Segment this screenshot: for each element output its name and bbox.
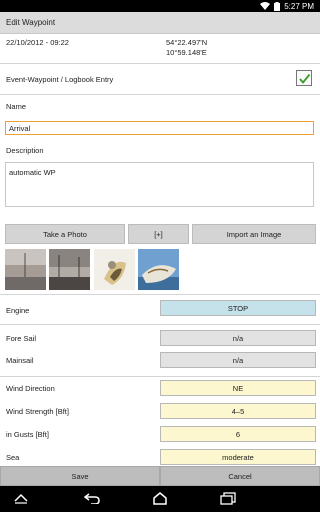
waypoint-coordinates: 54°22.497'N 10°59.148'E xyxy=(166,38,207,58)
divider xyxy=(0,324,320,325)
wind-direction-label: Wind Direction xyxy=(6,384,55,393)
photo-thumbnail[interactable] xyxy=(49,249,90,290)
name-input[interactable]: Arrival xyxy=(5,121,314,135)
mainsail-label: Mainsail xyxy=(6,356,34,365)
take-photo-button[interactable]: Take a Photo xyxy=(5,224,125,244)
wind-strength-label: Wind Strength [Bft] xyxy=(6,407,69,416)
engine-value[interactable]: STOP xyxy=(160,300,316,316)
wifi-icon xyxy=(260,2,271,10)
divider xyxy=(0,63,320,64)
photo-thumbnail[interactable] xyxy=(94,249,135,290)
gusts-label: in Gusts [Bft] xyxy=(6,430,49,439)
wind-strength-value[interactable]: 4–5 xyxy=(160,403,316,419)
photo-thumbnail[interactable] xyxy=(5,249,46,290)
divider xyxy=(0,94,320,95)
event-waypoint-checkbox[interactable] xyxy=(296,70,312,86)
waypoint-longitude: 10°59.148'E xyxy=(166,48,207,57)
recent-apps-icon[interactable] xyxy=(220,492,236,507)
photo-thumbnail[interactable] xyxy=(138,249,179,290)
system-nav-bar xyxy=(0,486,320,512)
collapse-icon[interactable] xyxy=(14,492,28,506)
engine-label: Engine xyxy=(6,306,30,315)
sea-label: Sea xyxy=(6,453,20,462)
divider xyxy=(0,376,320,377)
checkmark-icon xyxy=(299,73,311,84)
action-bar: Save Cancel xyxy=(0,466,320,486)
battery-icon xyxy=(274,1,281,11)
gusts-value[interactable]: 6 xyxy=(160,426,316,442)
waypoint-datetime: 22/10/2012 - 09:22 xyxy=(6,38,69,47)
edit-waypoint-form: 22/10/2012 - 09:22 54°22.497'N 10°59.148… xyxy=(0,34,320,466)
back-icon[interactable] xyxy=(83,492,100,506)
divider xyxy=(0,294,320,295)
wind-direction-value[interactable]: NE xyxy=(160,380,316,396)
status-bar: 5:27 PM xyxy=(0,0,320,12)
event-waypoint-label: Event-Waypoint / Logbook Entry xyxy=(6,75,114,84)
clock: 5:27 PM xyxy=(284,1,314,11)
waypoint-latitude: 54°22.497'N xyxy=(166,38,208,47)
add-photo-button[interactable]: [+] xyxy=(128,224,189,244)
page-title: Edit Waypoint xyxy=(0,12,320,34)
fore-sail-value[interactable]: n/a xyxy=(160,330,316,346)
import-image-button[interactable]: Import an Image xyxy=(192,224,316,244)
save-button[interactable]: Save xyxy=(0,466,160,486)
sea-value[interactable]: moderate xyxy=(160,449,316,465)
name-label: Name xyxy=(6,102,27,111)
description-label: Description xyxy=(6,146,44,155)
mainsail-value[interactable]: n/a xyxy=(160,352,316,368)
description-input[interactable]: automatic WP xyxy=(5,162,314,207)
fore-sail-label: Fore Sail xyxy=(6,334,37,343)
cancel-button[interactable]: Cancel xyxy=(160,466,320,486)
home-icon[interactable] xyxy=(152,492,168,507)
